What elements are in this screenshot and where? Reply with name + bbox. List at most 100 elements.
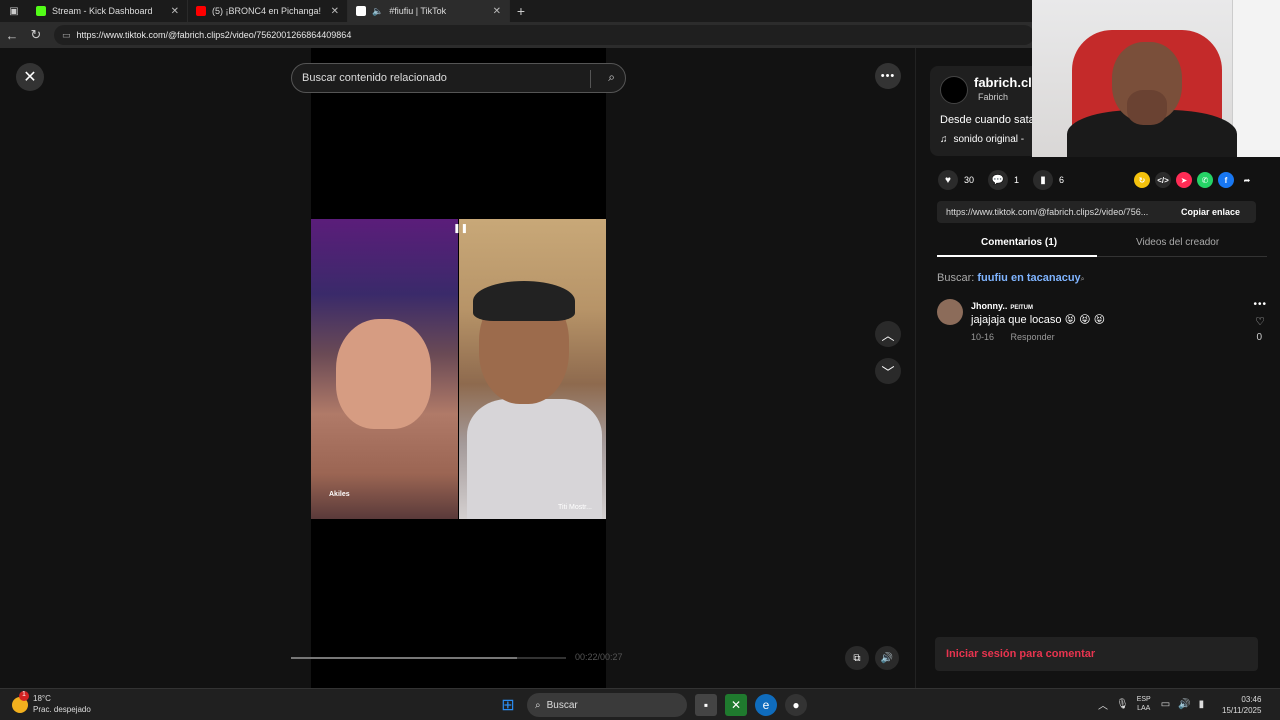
like-count: 30 <box>964 175 975 185</box>
search-divider <box>590 70 591 88</box>
send-icon[interactable]: ➤ <box>1176 172 1192 188</box>
comment-count: 1 <box>1014 175 1020 185</box>
search-suggestion-query[interactable]: fuufiu en tacanacuy <box>977 272 1080 284</box>
address-bar[interactable]: ▭ https://www.tiktok.com/@fabrich.clips2… <box>54 25 1034 45</box>
comment-like-count: 0 <box>1256 332 1262 343</box>
repost-icon[interactable]: ↻ <box>1134 172 1150 188</box>
comment-more-icon[interactable]: ••• <box>1253 299 1267 310</box>
close-tab-icon[interactable]: ✕ <box>171 6 179 17</box>
next-video-button[interactable]: ﹀ <box>875 358 901 384</box>
weather-widget[interactable]: 1 18°C Prac. despejado <box>12 691 91 715</box>
embed-icon[interactable]: </> <box>1155 172 1171 188</box>
pip-button[interactable]: ⧉ <box>845 646 869 670</box>
notification-badge: 1 <box>19 691 29 701</box>
url-text: https://www.tiktok.com/@fabrich.clips2/v… <box>76 30 352 40</box>
comment-icon: 💬 <box>988 170 1009 190</box>
progress-fill <box>291 657 517 659</box>
comment-heart-icon[interactable]: ♡ <box>1255 315 1265 328</box>
language-code: ESP <box>1136 696 1151 703</box>
previous-video-button[interactable]: ︿ <box>875 321 901 347</box>
video-progress-bar[interactable] <box>291 657 566 659</box>
copy-link-button[interactable]: Copiar enlace <box>1173 207 1240 217</box>
comment-button[interactable]: 💬 1 <box>988 170 1019 190</box>
active-tab-indicator <box>937 255 1097 257</box>
task-view-icon[interactable]: ▪ <box>695 694 717 716</box>
creator-name[interactable]: fabrich.cli <box>974 75 1035 90</box>
search-suggestion-label: Buscar: <box>937 272 975 284</box>
whatsapp-icon[interactable]: ✆ <box>1197 172 1213 188</box>
person-left <box>336 319 431 429</box>
battery-icon[interactable]: ▮ <box>1199 699 1205 710</box>
video-frame: Akiles Titi Mostr... ❚❚ <box>311 219 606 519</box>
lock-icon: ▭ <box>62 29 71 40</box>
tab-label: Stream - Kick Dashboard <box>52 6 153 16</box>
facebook-icon[interactable]: f <box>1218 172 1234 188</box>
keyboard-layout: LAA <box>1137 705 1151 712</box>
search-icon[interactable]: ⌕ <box>608 70 615 85</box>
microphone-icon[interactable]: 🎙 <box>1116 699 1129 710</box>
sound-label: sonido original - <box>953 134 1025 145</box>
close-tab-icon[interactable]: ✕ <box>493 6 501 17</box>
copy-link-row: https://www.tiktok.com/@fabrich.clips2/v… <box>937 201 1256 223</box>
temperature: 18°C <box>33 694 51 703</box>
comment-text: jajajaja que locaso 😝 😝 😝 <box>971 314 1106 326</box>
action-bar: ♥ 30 💬 1 ▮ 6 <box>938 170 1078 190</box>
sound-link[interactable]: ♫ sonido original - <box>940 134 1024 145</box>
pause-icon[interactable]: ❚❚ <box>453 223 468 234</box>
search-suggestion[interactable]: Buscar: fuufiu en tacanacuy⌕ <box>937 272 1085 284</box>
sun-icon: 1 <box>12 691 29 713</box>
stream-label-left: Akiles <box>329 491 350 498</box>
like-button[interactable]: ♥ 30 <box>938 170 974 190</box>
login-to-comment-button[interactable]: Iniciar sesión para comentar <box>935 637 1258 671</box>
tab-actions-icon[interactable]: ▣ <box>0 0 28 22</box>
video-player[interactable]: Akiles Titi Mostr... ❚❚ <box>311 48 606 688</box>
language-indicator[interactable]: ESP LAA <box>1137 695 1151 713</box>
comment-item: Jhonny.. PEITUM jajajaja que locaso 😝 😝 😝… <box>937 299 1266 349</box>
chevron-up-icon[interactable]: ︿ <box>1098 697 1108 712</box>
heart-icon: ♥ <box>938 170 958 190</box>
close-tab-icon[interactable]: ✕ <box>331 6 339 17</box>
stream-label-right: Titi Mostr... <box>558 504 592 511</box>
windows-start-icon[interactable]: ⊞ <box>497 694 519 716</box>
tab-kick[interactable]: Stream - Kick Dashboard ✕ <box>28 0 188 22</box>
related-search-input[interactable]: Buscar contenido relacionado ⌕ <box>291 63 626 93</box>
tiktok-icon <box>356 6 366 16</box>
new-tab-button[interactable]: + <box>510 3 532 19</box>
video-stage: Akiles Titi Mostr... ❚❚ ✕ Buscar conteni… <box>0 48 915 688</box>
tab-tiktok[interactable]: 🔈 #fiufiu | TikTok ✕ <box>348 0 510 22</box>
obs-icon[interactable]: ● <box>785 694 807 716</box>
back-icon[interactable]: ← <box>0 28 24 43</box>
save-button[interactable]: ▮ 6 <box>1033 170 1064 190</box>
clock[interactable]: 03:46 15/11/2025 <box>1222 694 1261 716</box>
comment-user: Jhonny.. <box>971 301 1008 311</box>
share-arrow-icon[interactable]: ➦ <box>1239 172 1255 188</box>
volume-button[interactable]: 🔊 <box>875 646 899 670</box>
edge-icon[interactable]: e <box>755 694 777 716</box>
more-options-button[interactable]: ••• <box>875 63 901 89</box>
close-button[interactable]: ✕ <box>16 63 44 91</box>
volume-icon[interactable]: 🔊 <box>1178 699 1190 710</box>
reply-button[interactable]: Responder <box>1011 332 1055 342</box>
panel-tabs: Comentarios (1) Videos del creador <box>937 231 1267 257</box>
network-icon[interactable]: ▭ <box>1161 699 1170 710</box>
reload-icon[interactable]: ↻ <box>24 27 48 43</box>
taskbar-search[interactable]: ⌕ Buscar <box>527 693 687 717</box>
comment-date: 10-16 <box>971 332 995 342</box>
tab-creator-videos[interactable]: Videos del creador <box>1136 237 1219 248</box>
tab-youtube[interactable]: (5) ¡BRONC4 en Pichanga! ✕ <box>188 0 348 22</box>
tiktok-page: Akiles Titi Mostr... ❚❚ ✕ Buscar conteni… <box>0 0 1280 688</box>
kick-icon <box>36 6 46 16</box>
cabinet <box>1232 0 1280 157</box>
tab-comments[interactable]: Comentarios (1) <box>981 237 1057 248</box>
stream-right: Titi Mostr... <box>459 219 606 519</box>
avatar[interactable] <box>937 299 963 325</box>
comment-author[interactable]: Jhonny.. PEITUM <box>971 301 1033 311</box>
youtube-icon <box>196 6 206 16</box>
avatar[interactable] <box>940 76 968 104</box>
share-options: ↻ </> ➤ ✆ f ➦ <box>1134 172 1260 188</box>
clock-date: 15/11/2025 <box>1222 706 1262 715</box>
taskbar-search-label: Buscar <box>546 699 578 711</box>
webcam-overlay <box>1032 0 1280 157</box>
xbox-icon[interactable]: ✕ <box>725 694 747 716</box>
windows-taskbar: 1 18°C Prac. despejado ⊞ ⌕ Buscar ▪ ✕ e ●… <box>0 688 1280 720</box>
